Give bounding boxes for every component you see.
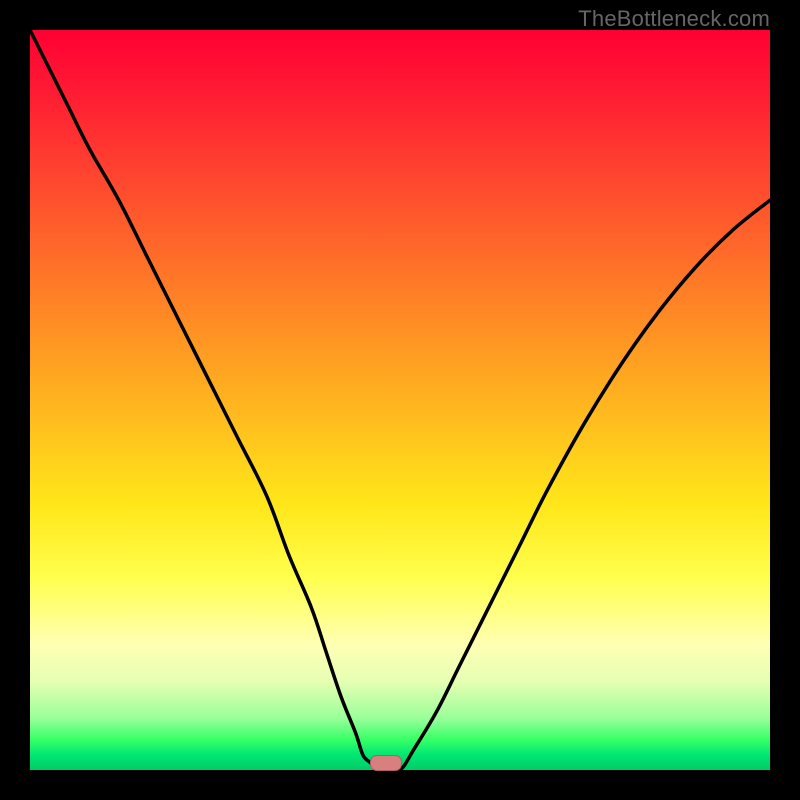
watermark-text: TheBottleneck.com [578, 6, 770, 32]
minimum-marker [370, 755, 402, 771]
bottleneck-curve [30, 30, 770, 770]
chart-container: TheBottleneck.com [0, 0, 800, 800]
